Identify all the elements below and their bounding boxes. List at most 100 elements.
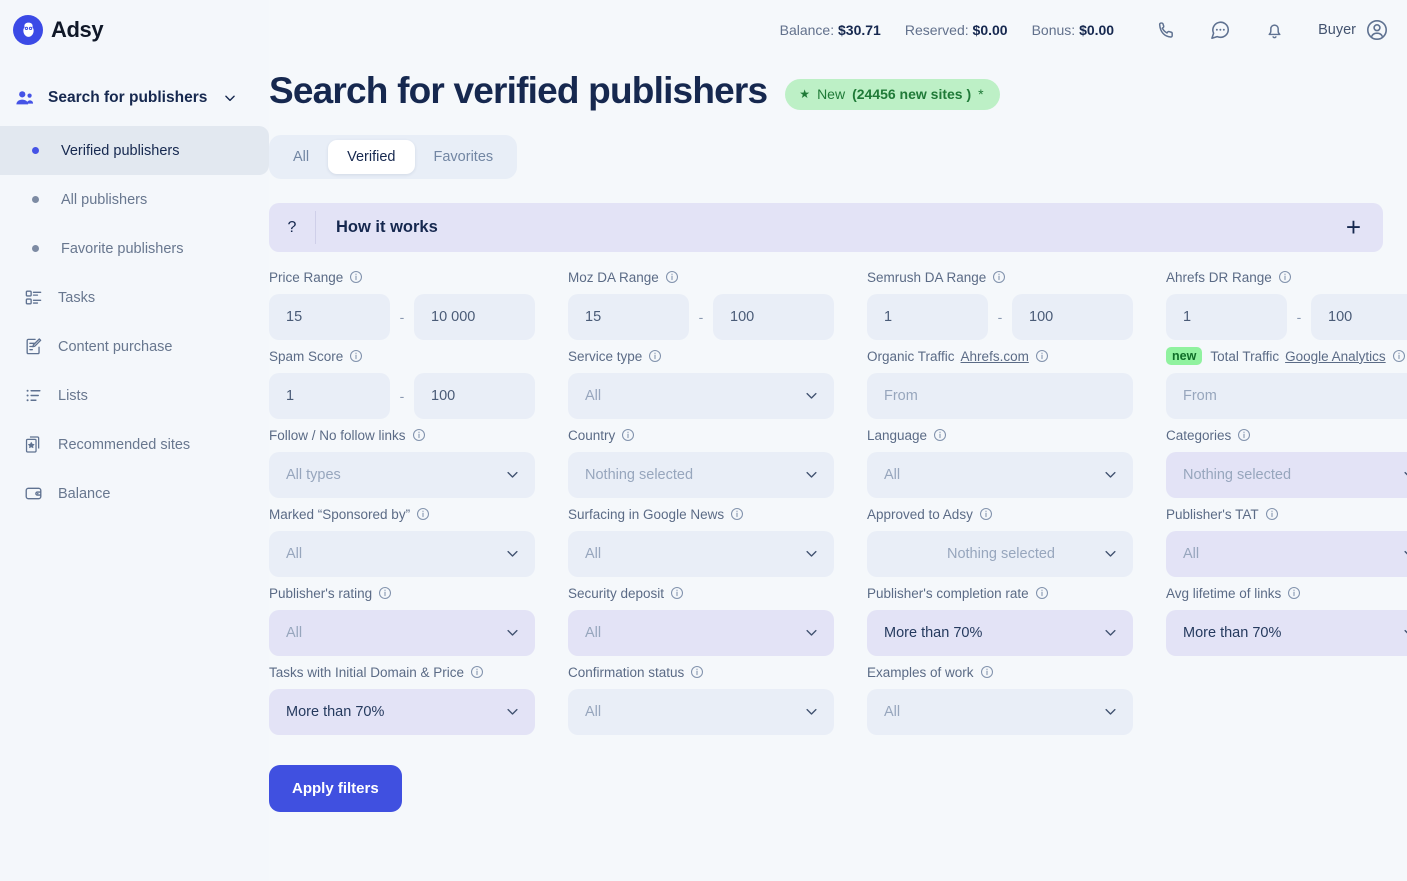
ahrefs-source-link[interactable]: Ahrefs.com: [961, 349, 1029, 364]
ahrefs-dr-to-input[interactable]: 100: [1311, 293, 1407, 340]
how-it-works-panel[interactable]: ? How it works +: [269, 202, 1383, 252]
sidebar-item-lists[interactable]: Lists: [0, 371, 269, 420]
user-menu[interactable]: Buyer: [1318, 18, 1389, 42]
label-text: Publisher's TAT: [1166, 506, 1259, 522]
tab-favorites[interactable]: Favorites: [415, 140, 513, 174]
info-icon[interactable]: [730, 507, 744, 521]
organic-traffic-input[interactable]: From: [867, 372, 1133, 419]
price-range-from-input[interactable]: 15: [269, 293, 390, 340]
select-value: More than 70%: [286, 703, 385, 720]
topbar-icons: [1154, 18, 1286, 42]
plus-icon[interactable]: +: [1346, 214, 1361, 240]
sidebar-section-search-for-publishers[interactable]: Search for publishers: [0, 74, 269, 122]
info-icon[interactable]: [378, 586, 392, 600]
bell-icon[interactable]: [1262, 18, 1286, 42]
bonus-label: Bonus:: [1031, 22, 1076, 38]
user-avatar-icon[interactable]: [1365, 18, 1389, 42]
select-value: More than 70%: [1183, 624, 1282, 641]
select-value: More than 70%: [884, 624, 983, 641]
phone-icon[interactable]: [1154, 18, 1178, 42]
sidebar-item-label: Lists: [58, 387, 88, 404]
tab-verified[interactable]: Verified: [328, 139, 415, 174]
page-header: Search for verified publishers ★ New (24…: [269, 71, 1389, 111]
info-icon[interactable]: [1035, 349, 1049, 363]
language-select[interactable]: All: [867, 451, 1133, 498]
info-icon[interactable]: [1287, 586, 1301, 600]
filter-total-traffic: new Total Traffic Google Analytics From: [1166, 347, 1407, 419]
sidebar-item-content-purchase[interactable]: Content purchase: [0, 322, 269, 371]
info-icon[interactable]: [648, 349, 662, 363]
publishers-tat-select[interactable]: All: [1166, 530, 1407, 577]
label-text: Approved to Adsy: [867, 506, 973, 522]
filter-label: Semrush DA Range: [867, 268, 1133, 287]
semrush-da-to-input[interactable]: 100: [1012, 293, 1133, 340]
label-text: Security deposit: [568, 585, 665, 601]
country-select[interactable]: Nothing selected: [568, 451, 834, 498]
sidebar-item-balance[interactable]: Balance: [0, 469, 269, 518]
filter-label: Country: [568, 426, 834, 445]
chevron-down-icon[interactable]: [223, 91, 237, 105]
chat-icon[interactable]: [1208, 18, 1232, 42]
sidebar-item-label: Content purchase: [58, 338, 173, 355]
spam-score-to-input[interactable]: 100: [414, 372, 535, 419]
sidebar-item-tasks[interactable]: Tasks: [0, 273, 269, 322]
info-icon[interactable]: [670, 586, 684, 600]
ahrefs-dr-from-input[interactable]: 1: [1166, 293, 1287, 340]
sidebar-item-verified-publishers[interactable]: Verified publishers: [0, 126, 269, 175]
examples-of-work-select[interactable]: All: [867, 688, 1133, 735]
info-icon[interactable]: [1265, 507, 1279, 521]
brand-logo[interactable]: Adsy: [0, 0, 269, 60]
sidebar-item-favorite-publishers[interactable]: Favorite publishers: [0, 224, 269, 273]
reserved-value: $0.00: [972, 22, 1008, 38]
info-icon[interactable]: [349, 270, 363, 284]
follow-no-follow-select[interactable]: All types: [269, 451, 535, 498]
publishers-completion-rate-select[interactable]: More than 70%: [867, 609, 1133, 656]
info-icon[interactable]: [980, 665, 994, 679]
categories-select[interactable]: Nothing selected: [1166, 451, 1407, 498]
moz-da-from-input[interactable]: 15: [568, 293, 689, 340]
question-mark-icon: ?: [269, 210, 316, 244]
spam-score-from-input[interactable]: 1: [269, 372, 390, 419]
info-icon[interactable]: [665, 270, 679, 284]
tab-all[interactable]: All: [274, 140, 328, 174]
service-type-select[interactable]: All: [568, 372, 834, 419]
info-icon[interactable]: [1392, 349, 1406, 363]
info-icon[interactable]: [1035, 586, 1049, 600]
info-icon[interactable]: [416, 507, 430, 521]
info-icon[interactable]: [933, 428, 947, 442]
select-value: All: [286, 545, 303, 562]
info-icon[interactable]: [621, 428, 635, 442]
price-range-to-input[interactable]: 10 000: [414, 293, 535, 340]
info-icon[interactable]: [412, 428, 426, 442]
filter-label: Language: [867, 426, 1133, 445]
publishers-rating-select[interactable]: All: [269, 609, 535, 656]
info-icon[interactable]: [1278, 270, 1292, 284]
google-analytics-source-link[interactable]: Google Analytics: [1285, 349, 1386, 364]
surfacing-google-news-select[interactable]: All: [568, 530, 834, 577]
page-content: Search for verified publishers ★ New (24…: [269, 71, 1407, 812]
sidebar-item-recommended-sites[interactable]: Recommended sites: [0, 420, 269, 469]
bullet-dot-icon: [32, 245, 39, 252]
security-deposit-select[interactable]: All: [568, 609, 834, 656]
info-icon[interactable]: [470, 665, 484, 679]
chevron-down-icon: [1103, 704, 1118, 719]
total-traffic-input[interactable]: From: [1166, 372, 1407, 419]
info-icon[interactable]: [979, 507, 993, 521]
balance-summary: Balance: $30.71 Reserved: $0.00 Bonus: $…: [780, 22, 1114, 38]
info-icon[interactable]: [992, 270, 1006, 284]
info-icon[interactable]: [349, 349, 363, 363]
semrush-da-from-input[interactable]: 1: [867, 293, 988, 340]
filter-label: Moz DA Range: [568, 268, 834, 287]
confirmation-status-select[interactable]: All: [568, 688, 834, 735]
filter-label: Publisher's rating: [269, 584, 535, 603]
sidebar-item-all-publishers[interactable]: All publishers: [0, 175, 269, 224]
approved-to-adsy-select[interactable]: Nothing selected: [867, 530, 1133, 577]
info-icon[interactable]: [690, 665, 704, 679]
chevron-down-icon: [1103, 467, 1118, 482]
avg-lifetime-of-links-select[interactable]: More than 70%: [1166, 609, 1407, 656]
tasks-initial-domain-price-select[interactable]: More than 70%: [269, 688, 535, 735]
apply-filters-button[interactable]: Apply filters: [269, 764, 402, 812]
info-icon[interactable]: [1237, 428, 1251, 442]
moz-da-to-input[interactable]: 100: [713, 293, 834, 340]
marked-sponsored-by-select[interactable]: All: [269, 530, 535, 577]
